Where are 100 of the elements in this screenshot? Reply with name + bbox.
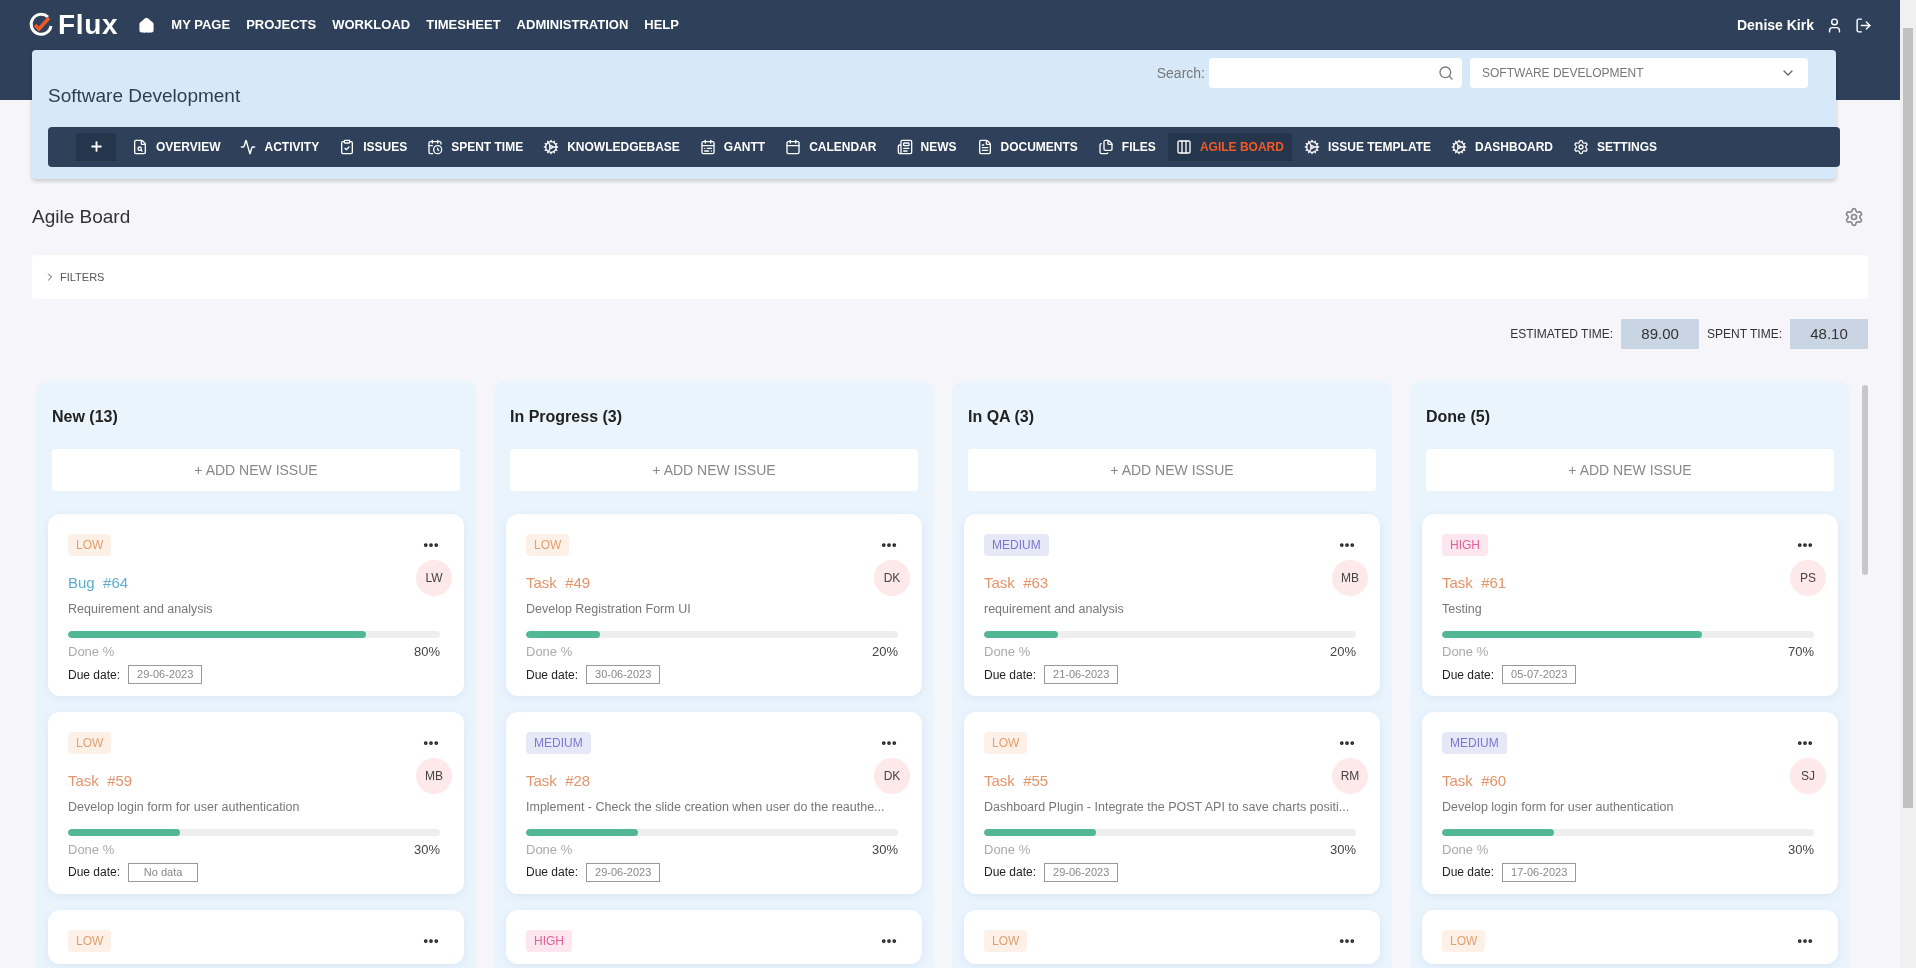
done-percent: 70% (1787, 642, 1814, 661)
search-label: Search: (1156, 63, 1205, 83)
issue-card[interactable]: LOW Task #55 RM Dashboard Plugin - Integrate the POST API to save charts positi... Done % 30% Due date: 29-06-2023 (964, 711, 1380, 894)
issue-card[interactable]: LOW Task #49 DK Develop Registration Form UI Done % 20% Due date: 30-06-2023 (506, 514, 922, 696)
issue-summary: Develop login form for user authentication (68, 798, 301, 816)
total-value: 48.10 (1790, 319, 1868, 349)
project-tab[interactable]: CALENDAR (777, 132, 885, 161)
settings-icon (1573, 138, 1589, 155)
due-label: Due date: (1442, 666, 1495, 684)
gear-icon (1303, 138, 1320, 155)
top-nav-link[interactable]: ADMINISTRATION (516, 15, 629, 35)
settings-icon[interactable] (1844, 206, 1864, 227)
project-tab[interactable]: ISSUES (331, 132, 416, 161)
top-nav-link[interactable]: WORKLOAD (332, 15, 411, 35)
priority-tag: LOW (1442, 929, 1486, 952)
page-scrollbar[interactable] (1903, 28, 1913, 808)
done-label: Done % (526, 642, 573, 661)
due-label: Due date: (526, 666, 579, 684)
due-date: 30-06-2023 (586, 665, 661, 684)
top-nav-link[interactable]: MY PAGE (171, 15, 231, 35)
filters-toggle[interactable]: FILTERS (32, 255, 1868, 299)
gear-icon (1451, 138, 1467, 155)
priority-tag: MEDIUM (984, 534, 1049, 556)
project-tab[interactable]: DOCUMENTS (968, 132, 1086, 161)
priority-tag: MEDIUM (526, 731, 591, 754)
project-tab[interactable]: OVERVIEW (124, 132, 229, 161)
done-label: Done % (984, 840, 1031, 859)
due-date: 21-06-2023 (1044, 665, 1119, 684)
assignee-avatar: DK (874, 560, 910, 596)
issue-card[interactable]: MEDIUM Task #28 DK Implement - Check the slide creation when user do the reauthe... Done % 30% Due date: 29-06-2023 (506, 711, 922, 894)
board-icon (1175, 138, 1192, 155)
done-label: Done % (1442, 642, 1489, 661)
plus-icon (88, 139, 104, 154)
board-scrollbar[interactable] (1862, 385, 1868, 575)
add-issue-button[interactable]: + ADD NEW ISSUE (52, 449, 460, 491)
due-label: Due date: (526, 864, 579, 882)
done-label: Done % (984, 642, 1031, 661)
project-tab[interactable]: AGILE BOARD (1167, 132, 1292, 161)
due-label: Due date: (68, 666, 121, 684)
issue-summary: Develop Registration Form UI (526, 601, 692, 618)
assignee-avatar: MB (1332, 560, 1368, 596)
project-tab[interactable]: GANTT (691, 132, 774, 161)
total-value: 89.00 (1621, 319, 1700, 349)
issue-summary: Develop login form for user authentication (1442, 798, 1675, 816)
project-tab[interactable]: KNOWLEDGEBASE (535, 132, 688, 161)
logo-check-icon (28, 12, 54, 38)
issue-card[interactable]: MEDIUM Task #63 MB requirement and analysis Done % 20% Due date: 21-06-2023 (964, 514, 1380, 696)
due-label: Due date: (984, 864, 1037, 882)
top-nav-link[interactable]: TIMESHEET (426, 15, 501, 35)
assignee-avatar: DK (874, 757, 910, 794)
due-label: Due date: (68, 864, 121, 882)
project-tab[interactable]: ISSUE TEMPLATE (1295, 132, 1439, 161)
issue-card[interactable]: MEDIUM Task #60 SJ Develop login form for user authentication Done % 30% Due date: 17-06-2023 (1422, 711, 1838, 894)
add-issue-button[interactable]: + ADD NEW ISSUE (968, 449, 1376, 491)
column-title: New (13) (51, 407, 119, 427)
priority-tag: LOW (526, 534, 570, 556)
issue-summary: Requirement and analysis (68, 601, 214, 618)
due-label: Due date: (984, 666, 1037, 684)
project-tab[interactable]: FILES (1089, 132, 1164, 161)
add-issue-button[interactable]: + ADD NEW ISSUE (510, 449, 918, 491)
column-title: Done (5) (1425, 407, 1491, 427)
home-icon[interactable] (138, 16, 156, 34)
logout-icon[interactable] (1855, 16, 1872, 34)
done-label: Done % (68, 840, 115, 859)
issue-summary: Testing (1442, 601, 1483, 618)
project-tab[interactable]: SETTINGS (1565, 132, 1665, 161)
done-percent: 30% (871, 840, 898, 859)
assignee-avatar: PS (1790, 560, 1826, 596)
user-icon[interactable] (1826, 16, 1843, 34)
done-percent: 20% (1329, 642, 1356, 661)
due-date: 29-06-2023 (128, 665, 203, 684)
project-tab[interactable]: SPENT TIME (419, 132, 532, 161)
issue-card[interactable]: LOW Task #59 MB Develop login form for user authentication Done % 30% Due date: No data (48, 711, 464, 894)
add-issue-button[interactable]: + ADD NEW ISSUE (1426, 449, 1834, 491)
project-tab[interactable]: NEWS (888, 132, 965, 161)
project-tab[interactable]: DASHBOARD (1443, 132, 1561, 161)
priority-tag: HIGH (1442, 534, 1488, 556)
add-button[interactable] (76, 132, 116, 161)
top-nav-link[interactable]: HELP (644, 15, 679, 35)
priority-tag: LOW (984, 929, 1028, 952)
priority-tag: LOW (68, 929, 112, 952)
project-tab[interactable]: ACTIVITY (232, 132, 328, 161)
issue-card[interactable]: HIGH Task #61 PS Testing Done % 70% Due date: 05-07-2023 (1422, 514, 1838, 696)
calendar-icon (785, 138, 802, 155)
total-label: SPENT TIME: (1707, 326, 1782, 343)
issue-card[interactable]: LOW Bug #64 LW Requirement and analysis Done % 80% Due date: 29-06-2023 (48, 514, 464, 696)
due-date: 29-06-2023 (1044, 863, 1119, 882)
search-field[interactable] (1209, 58, 1462, 88)
files-icon (1097, 138, 1114, 155)
done-percent: 20% (871, 642, 898, 661)
page-title: Agile Board (32, 204, 131, 229)
overview-icon (132, 138, 148, 155)
assignee-avatar: LW (416, 560, 452, 596)
brand-name: Flux (58, 8, 119, 42)
project-dropdown[interactable]: SOFTWARE DEVELOPMENT (1470, 58, 1808, 88)
user-name[interactable]: Denise Kirk (1736, 14, 1814, 36)
priority-tag: HIGH (526, 929, 572, 952)
issue-summary: Dashboard Plugin - Integrate the POST API to save charts positi... (984, 798, 1351, 816)
top-nav-link[interactable]: PROJECTS (246, 15, 317, 35)
gear-icon (543, 138, 560, 155)
